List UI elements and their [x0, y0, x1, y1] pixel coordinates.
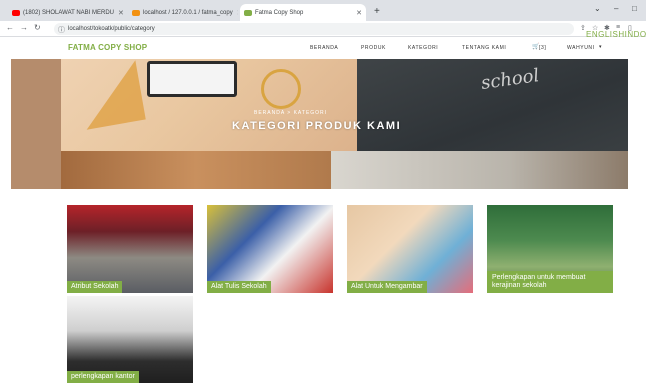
chevron-down-icon[interactable]: ⌄	[594, 4, 601, 13]
category-card-kerajinan[interactable]: Perlengkapan untuk membuat kerajinan sek…	[487, 205, 613, 293]
category-label: Atribut Sekolah	[67, 281, 123, 293]
nav-kategori[interactable]: KATEGORI	[408, 45, 438, 51]
url-field[interactable]: ⓘ localhost/tokoatk/public/category	[54, 23, 574, 35]
page-title: KATEGORI PRODUK KAMI	[232, 120, 402, 132]
category-label: Alat Untuk Mengambar	[347, 281, 427, 293]
site-logo[interactable]: FATMA COPY SHOP	[68, 43, 147, 52]
browser-tab-title: localhost / 127.0.0.1 / fatma_copy	[143, 9, 233, 16]
nav-produk[interactable]: PRODUK	[361, 45, 386, 51]
browser-tab[interactable]: localhost / 127.0.0.1 / fatma_copy ✕	[128, 4, 238, 21]
site-favicon-icon	[244, 9, 252, 16]
scissors-shape	[261, 69, 301, 109]
hero-image-notebooks	[331, 151, 628, 189]
close-tab-icon[interactable]: ✕	[352, 9, 362, 17]
category-label: Perlengkapan untuk membuat kerajinan sek…	[487, 271, 613, 293]
category-card-atribut-sekolah[interactable]: Atribut Sekolah	[67, 205, 193, 293]
back-icon[interactable]: ←	[6, 23, 14, 32]
close-tab-icon[interactable]: ✕	[114, 9, 124, 17]
category-label: Alat Tulis Sekolah	[207, 281, 271, 293]
browser-tab-title: (1802) SHOLAWAT NABI MERDU	[23, 9, 115, 16]
translate-widget-text[interactable]: ENGLISHINDON	[586, 30, 646, 39]
hero-image-strip	[11, 59, 61, 189]
close-tab-icon[interactable]: ✕	[233, 9, 238, 17]
nav-beranda[interactable]: BERANDA	[310, 45, 338, 51]
forward-icon[interactable]: →	[20, 23, 28, 32]
set-square-shape	[76, 60, 146, 130]
url-text: localhost/tokoatk/public/category	[68, 26, 155, 32]
chevron-down-icon[interactable]: ▾	[599, 44, 602, 50]
breadcrumb: BERANDA > KATEGORI	[254, 110, 328, 116]
browser-tab-title: Fatma Copy Shop	[255, 9, 304, 16]
category-image	[347, 205, 473, 293]
new-tab-button[interactable]: +	[374, 6, 380, 17]
tablet-shape	[147, 61, 237, 97]
browser-tab[interactable]: (1802) SHOLAWAT NABI MERDU ✕	[8, 4, 126, 21]
nav-cart-count[interactable]: [3]	[539, 45, 546, 51]
info-icon[interactable]: ⓘ	[58, 25, 65, 35]
hero-image-pencils	[61, 151, 331, 189]
site-header: FATMA COPY SHOP BERANDA PRODUK KATEGORI …	[0, 37, 646, 59]
category-image	[207, 205, 333, 293]
category-image	[67, 296, 193, 383]
nav-user-menu[interactable]: WAHYUNI	[567, 45, 595, 51]
nav-tentang-kami[interactable]: TENTANG KAMI	[462, 45, 506, 51]
share-icon[interactable]: ⇪	[580, 24, 586, 32]
address-bar-row: ← → ↻ ⓘ localhost/tokoatk/public/categor…	[0, 21, 646, 37]
category-card-alat-mengambar[interactable]: Alat Untuk Mengambar	[347, 205, 473, 293]
category-label: perlengkapan kantor	[67, 371, 139, 383]
phpmyadmin-icon	[132, 9, 140, 16]
browser-tab-active[interactable]: Fatma Copy Shop ✕	[240, 4, 366, 21]
browser-tab-bar: (1802) SHOLAWAT NABI MERDU ✕ localhost /…	[0, 0, 646, 21]
youtube-icon	[12, 9, 20, 16]
category-image	[67, 205, 193, 293]
category-card-perlengkapan-kantor[interactable]: perlengkapan kantor	[67, 296, 193, 383]
category-card-alat-tulis[interactable]: Alat Tulis Sekolah	[207, 205, 333, 293]
reload-icon[interactable]: ↻	[34, 23, 41, 32]
minimize-icon[interactable]: –	[614, 4, 618, 13]
maximize-icon[interactable]: □	[632, 4, 637, 13]
